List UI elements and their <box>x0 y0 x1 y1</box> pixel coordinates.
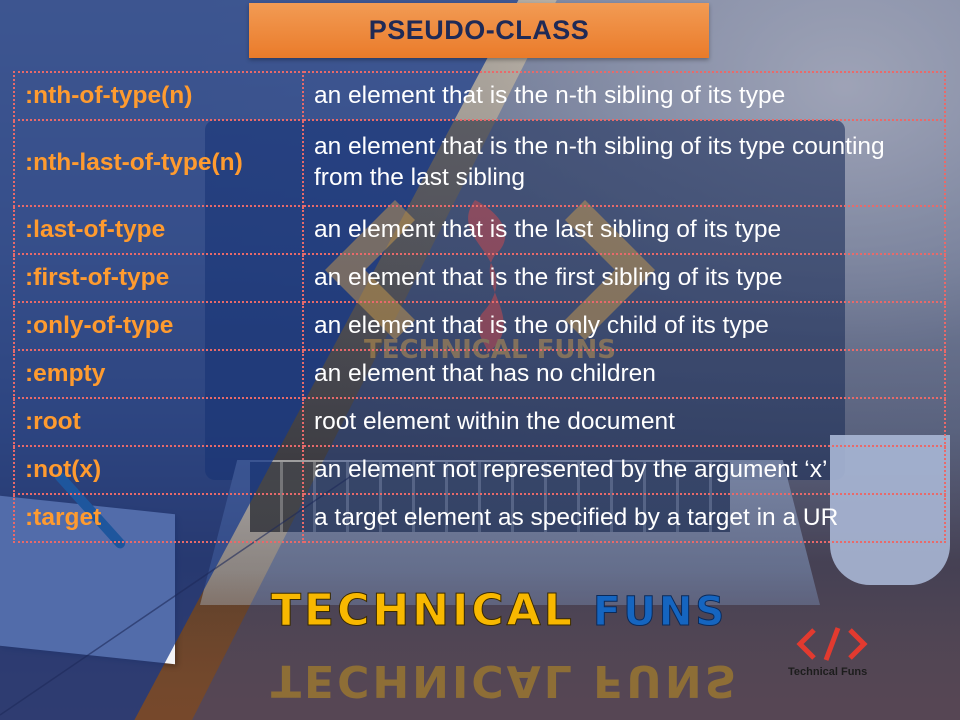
pseudo-class-name: :not(x) <box>13 445 304 495</box>
table-row: :first-of-type an element that is the fir… <box>13 253 946 303</box>
pseudo-class-description: an element that is the first sibling of … <box>302 253 946 303</box>
pseudo-class-description: an element not represented by the argume… <box>302 445 946 495</box>
pseudo-class-description: an element that is the only child of its… <box>302 301 946 351</box>
table-row: :nth-of-type(n) an element that is the n-… <box>13 71 946 121</box>
pseudo-class-description: an element that is the n-th sibling of i… <box>302 71 946 121</box>
table-row: :last-of-type an element that is the last… <box>13 205 946 255</box>
pseudo-class-name: :root <box>13 397 304 447</box>
corner-logo-label: Technical Funs <box>788 666 868 678</box>
brand-reflection: TECHNICAL FUNS <box>271 655 740 706</box>
table-row: :empty an element that has no children <box>13 349 946 399</box>
pseudo-class-name: :nth-of-type(n) <box>13 71 304 121</box>
pseudo-class-description: an element that has no children <box>302 349 946 399</box>
pseudo-class-name: :only-of-type <box>13 301 304 351</box>
table-row: :only-of-type an element that is the only… <box>13 301 946 351</box>
title-banner: PSEUDO-CLASS <box>249 3 709 58</box>
table-row: :target a target element as specified by … <box>13 493 946 543</box>
table-row: :nth-last-of-type(n) an element that is t… <box>13 119 946 207</box>
pseudo-class-description: an element that is the last sibling of i… <box>302 205 946 255</box>
pseudo-class-table: :nth-of-type(n) an element that is the n-… <box>13 71 946 543</box>
table-row: :not(x) an element not represented by the… <box>13 445 946 495</box>
pseudo-class-name: :target <box>13 493 304 543</box>
pseudo-class-name: :empty <box>13 349 304 399</box>
code-brackets-icon <box>796 627 868 661</box>
pseudo-class-description: a target element as specified by a targe… <box>302 493 946 543</box>
page-title: PSEUDO-CLASS <box>368 15 590 45</box>
brand-word-technical: TECHNICAL <box>271 585 575 637</box>
brand-wordmark: TECHNICAL FUNS <box>271 585 728 637</box>
pseudo-class-name: :first-of-type <box>13 253 304 303</box>
pseudo-class-name: :nth-last-of-type(n) <box>13 119 304 207</box>
pseudo-class-name: :last-of-type <box>13 205 304 255</box>
brand-word-funs: FUNS <box>593 589 728 636</box>
pseudo-class-description: root element within the document <box>302 397 946 447</box>
table-row: :root root element within the document <box>13 397 946 447</box>
pseudo-class-description: an element that is the n-th sibling of i… <box>302 119 946 207</box>
